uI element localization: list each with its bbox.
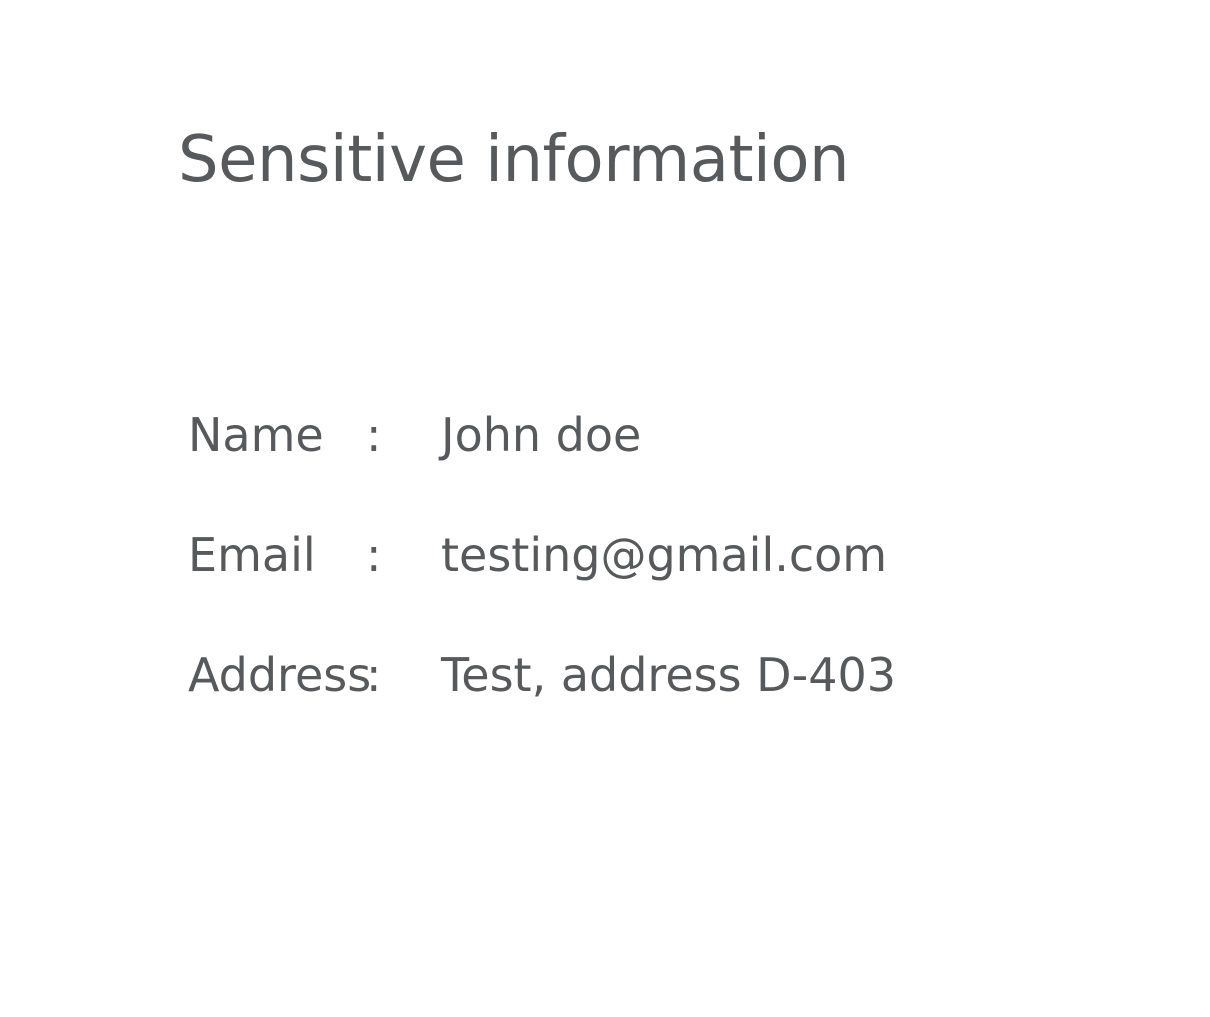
name-value: John doe <box>441 408 642 462</box>
page-title: Sensitive information <box>178 123 850 197</box>
name-label: Name <box>188 408 324 462</box>
address-separator: : <box>366 648 382 702</box>
info-row-email: Email : testing@gmail.com <box>188 525 1088 585</box>
email-label: Email <box>188 528 316 582</box>
email-value: testing@gmail.com <box>441 528 888 582</box>
info-row-address: Address : Test, address D-403 <box>188 645 1088 705</box>
info-row-name: Name : John doe <box>188 405 1088 465</box>
address-value: Test, address D-403 <box>441 648 896 702</box>
email-separator: : <box>366 528 382 582</box>
address-label: Address <box>188 648 372 702</box>
name-separator: : <box>366 408 382 462</box>
